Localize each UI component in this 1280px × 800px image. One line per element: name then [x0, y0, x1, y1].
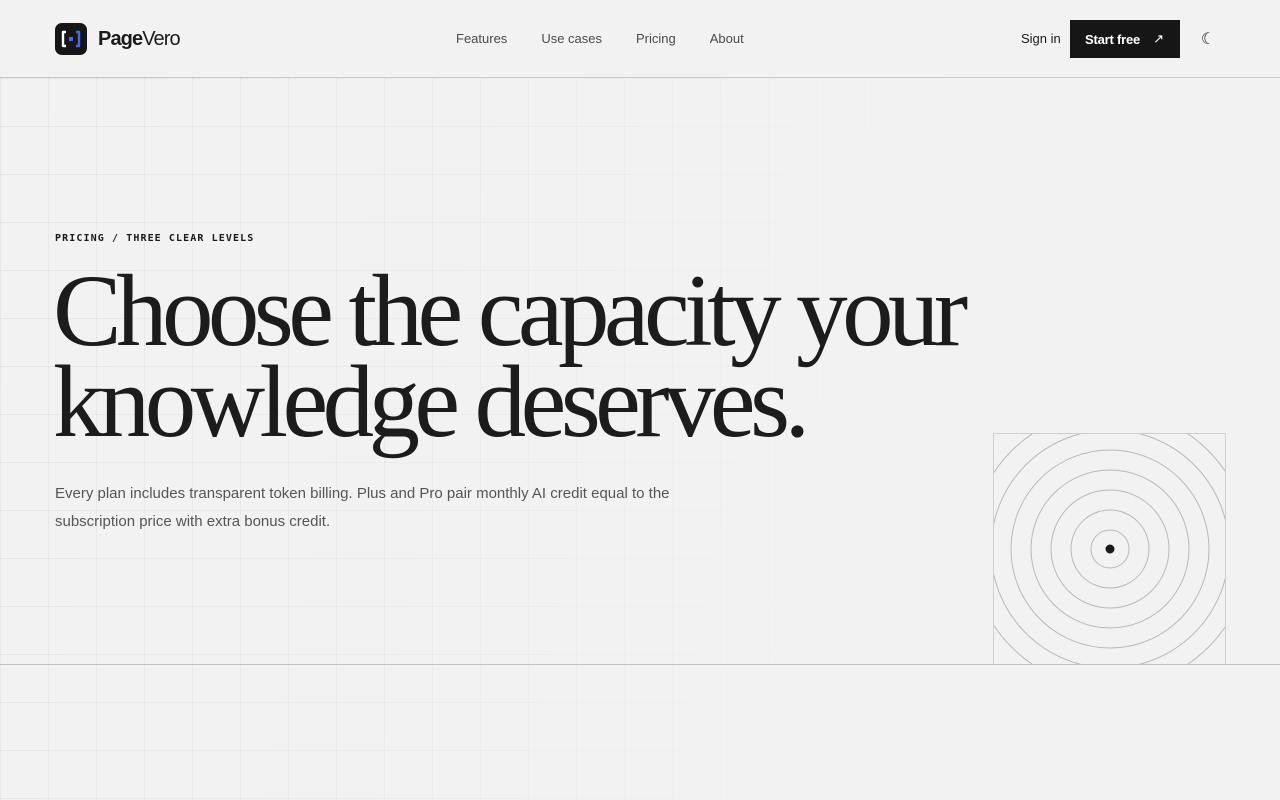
- nav-item-about[interactable]: About: [710, 30, 744, 48]
- headline-line-1: Choose the capacity your: [53, 254, 968, 368]
- moon-icon[interactable]: ☾: [1199, 28, 1217, 50]
- logo-link[interactable]: PageVero: [55, 23, 181, 55]
- bracket-dot-icon: [55, 23, 87, 55]
- sign-in-link[interactable]: Sign in: [1021, 30, 1061, 48]
- page-title: Choose the capacity your knowledge deser…: [53, 254, 1013, 459]
- arrow-up-right-icon: ↗: [1153, 31, 1164, 46]
- headline-line-2: knowledge deserves.: [53, 345, 810, 459]
- brand-name: PageVero: [98, 27, 181, 50]
- eyebrow-label: PRICING / THREE CLEAR LEVELS: [55, 233, 255, 244]
- start-free-label: Start free: [1085, 31, 1141, 47]
- start-free-button[interactable]: Start free ↗: [1070, 20, 1180, 58]
- page: PageVero Features Use cases Pricing Abou…: [0, 0, 1280, 800]
- section-divider: [0, 664, 1280, 665]
- nav-item-use-cases[interactable]: Use cases: [541, 30, 602, 48]
- hero-description: Every plan includes transparent token bi…: [55, 485, 670, 530]
- concentric-rings-graphic: [993, 433, 1226, 665]
- site-header: PageVero Features Use cases Pricing Abou…: [0, 0, 1280, 78]
- nav-item-features[interactable]: Features: [456, 30, 507, 48]
- nav-item-pricing[interactable]: Pricing: [636, 30, 676, 48]
- main-nav: Features Use cases Pricing About: [456, 30, 744, 48]
